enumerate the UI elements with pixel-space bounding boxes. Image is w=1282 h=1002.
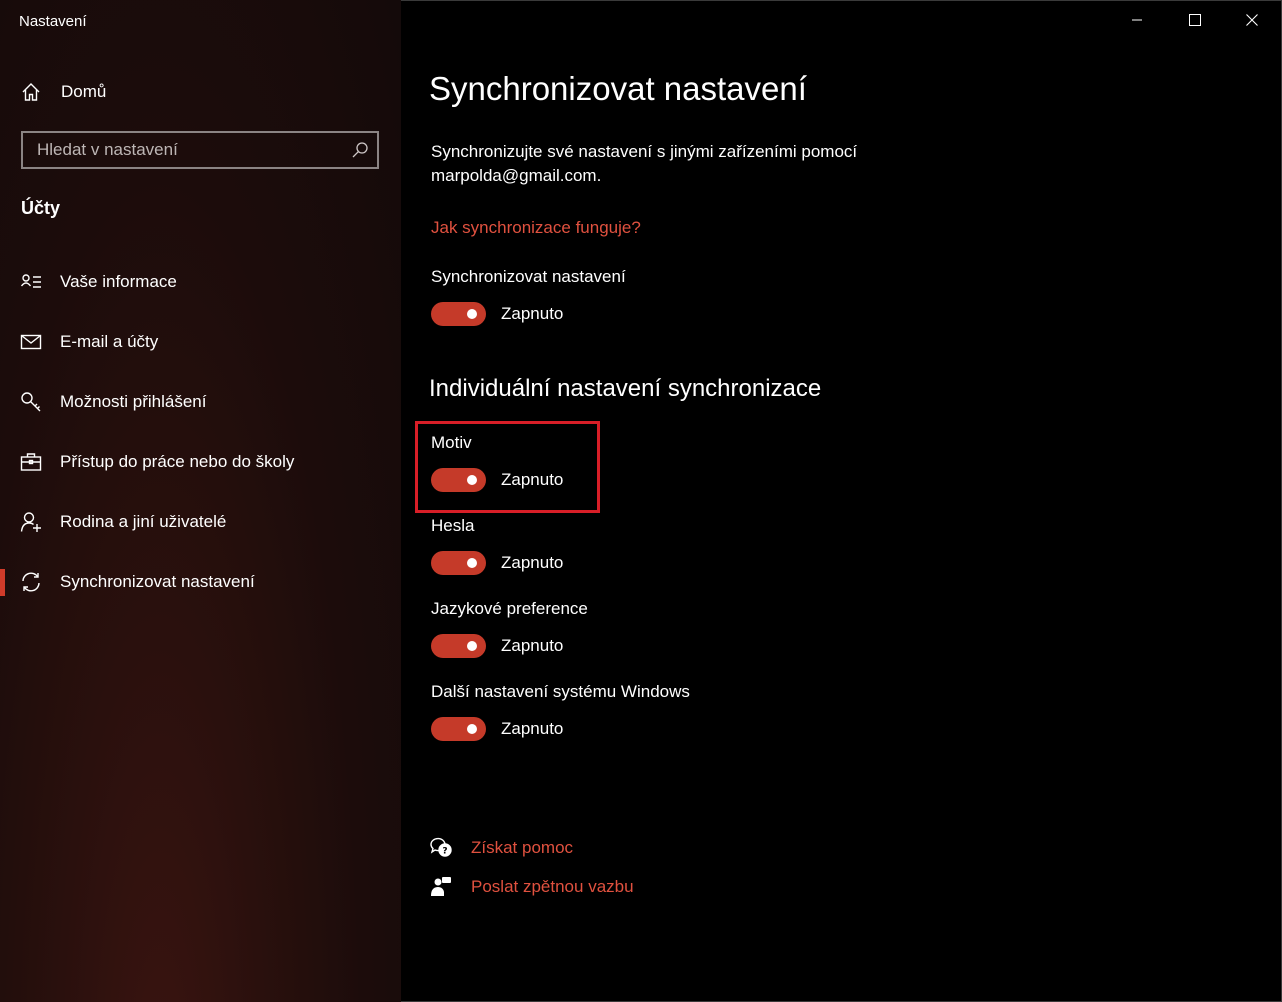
- help-chat-icon: ?: [429, 836, 453, 860]
- search-box: [21, 131, 379, 169]
- sidebar-item-label: E-mail a účty: [60, 332, 159, 351]
- sidebar-item-your-info[interactable]: Vaše informace: [0, 260, 401, 304]
- passwords-label: Hesla: [431, 516, 475, 535]
- how-sync-works-link[interactable]: Jak synchronizace funguje?: [431, 218, 641, 238]
- section-label: Účty: [21, 198, 61, 218]
- toggle-knob: [467, 558, 477, 568]
- search-icon[interactable]: [351, 141, 369, 159]
- sync-settings-toggle[interactable]: [431, 302, 486, 326]
- nav-home[interactable]: Domů: [0, 70, 401, 114]
- theme-toggle[interactable]: [431, 468, 486, 492]
- sidebar-item-work-school[interactable]: Přístup do práce nebo do školy: [0, 440, 401, 484]
- search-input[interactable]: [23, 133, 357, 167]
- theme-state: Zapnuto: [501, 470, 564, 489]
- other-windows-settings-toggle[interactable]: [431, 717, 486, 741]
- contact-card-icon: [20, 271, 42, 293]
- language-prefs-state: Zapnuto: [501, 636, 564, 655]
- feedback-icon: [429, 875, 453, 899]
- sidebar-item-label: Rodina a jiní uživatelé: [60, 512, 227, 531]
- nav-home-label: Domů: [61, 82, 107, 101]
- individual-sync-heading: Individuální nastavení synchronizace: [429, 375, 822, 402]
- toggle-knob: [467, 475, 477, 485]
- other-windows-settings-label: Další nastavení systému Windows: [431, 682, 690, 701]
- page-title: Synchronizovat nastavení: [429, 70, 807, 107]
- minimize-icon: [1132, 19, 1142, 21]
- sidebar-item-family[interactable]: Rodina a jiní uživatelé: [0, 500, 401, 544]
- sidebar-item-label: Vaše informace: [60, 272, 177, 291]
- briefcase-icon: [20, 451, 42, 473]
- sidebar-item-label: Přístup do práce nebo do školy: [60, 452, 295, 471]
- sidebar-item-label: Možnosti přihlášení: [60, 392, 207, 411]
- sidebar-item-email[interactable]: E-mail a účty: [0, 320, 401, 364]
- maximize-button[interactable]: [1166, 0, 1224, 40]
- key-icon: [20, 391, 42, 413]
- sidebar: Nastavení Domů Účty Vaše informace: [0, 0, 401, 1002]
- sync-settings-label: Synchronizovat nastavení: [431, 267, 626, 286]
- mail-icon: [20, 331, 42, 353]
- send-feedback-link[interactable]: Poslat zpětnou vazbu: [471, 877, 634, 897]
- passwords-state: Zapnuto: [501, 553, 564, 572]
- sidebar-item-label: Synchronizovat nastavení: [60, 572, 255, 591]
- send-feedback-item[interactable]: Poslat zpětnou vazbu: [429, 875, 634, 899]
- sidebar-item-sync-settings[interactable]: Synchronizovat nastavení: [0, 560, 401, 604]
- minimize-button[interactable]: [1108, 0, 1166, 40]
- theme-label: Motiv: [431, 433, 472, 452]
- toggle-knob: [467, 309, 477, 319]
- sync-description: Synchronizujte své nastavení s jinými za…: [431, 142, 858, 185]
- other-windows-settings-state: Zapnuto: [501, 719, 564, 738]
- sidebar-item-sign-in-options[interactable]: Možnosti přihlášení: [0, 380, 401, 424]
- language-prefs-toggle[interactable]: [431, 634, 486, 658]
- toggle-knob: [467, 724, 477, 734]
- close-icon: [1246, 14, 1258, 26]
- add-user-icon: [20, 511, 42, 533]
- home-icon: [20, 81, 42, 103]
- get-help-link[interactable]: Získat pomoc: [471, 838, 573, 858]
- close-button[interactable]: [1223, 0, 1281, 40]
- maximize-icon: [1189, 14, 1201, 26]
- language-prefs-label: Jazykové preference: [431, 599, 588, 618]
- sync-icon: [20, 571, 42, 593]
- toggle-knob: [467, 641, 477, 651]
- get-help-item[interactable]: ? Získat pomoc: [429, 836, 573, 860]
- svg-text:?: ?: [442, 847, 447, 857]
- passwords-toggle[interactable]: [431, 551, 486, 575]
- app-title: Nastavení: [19, 13, 87, 30]
- sync-settings-state: Zapnuto: [501, 304, 564, 323]
